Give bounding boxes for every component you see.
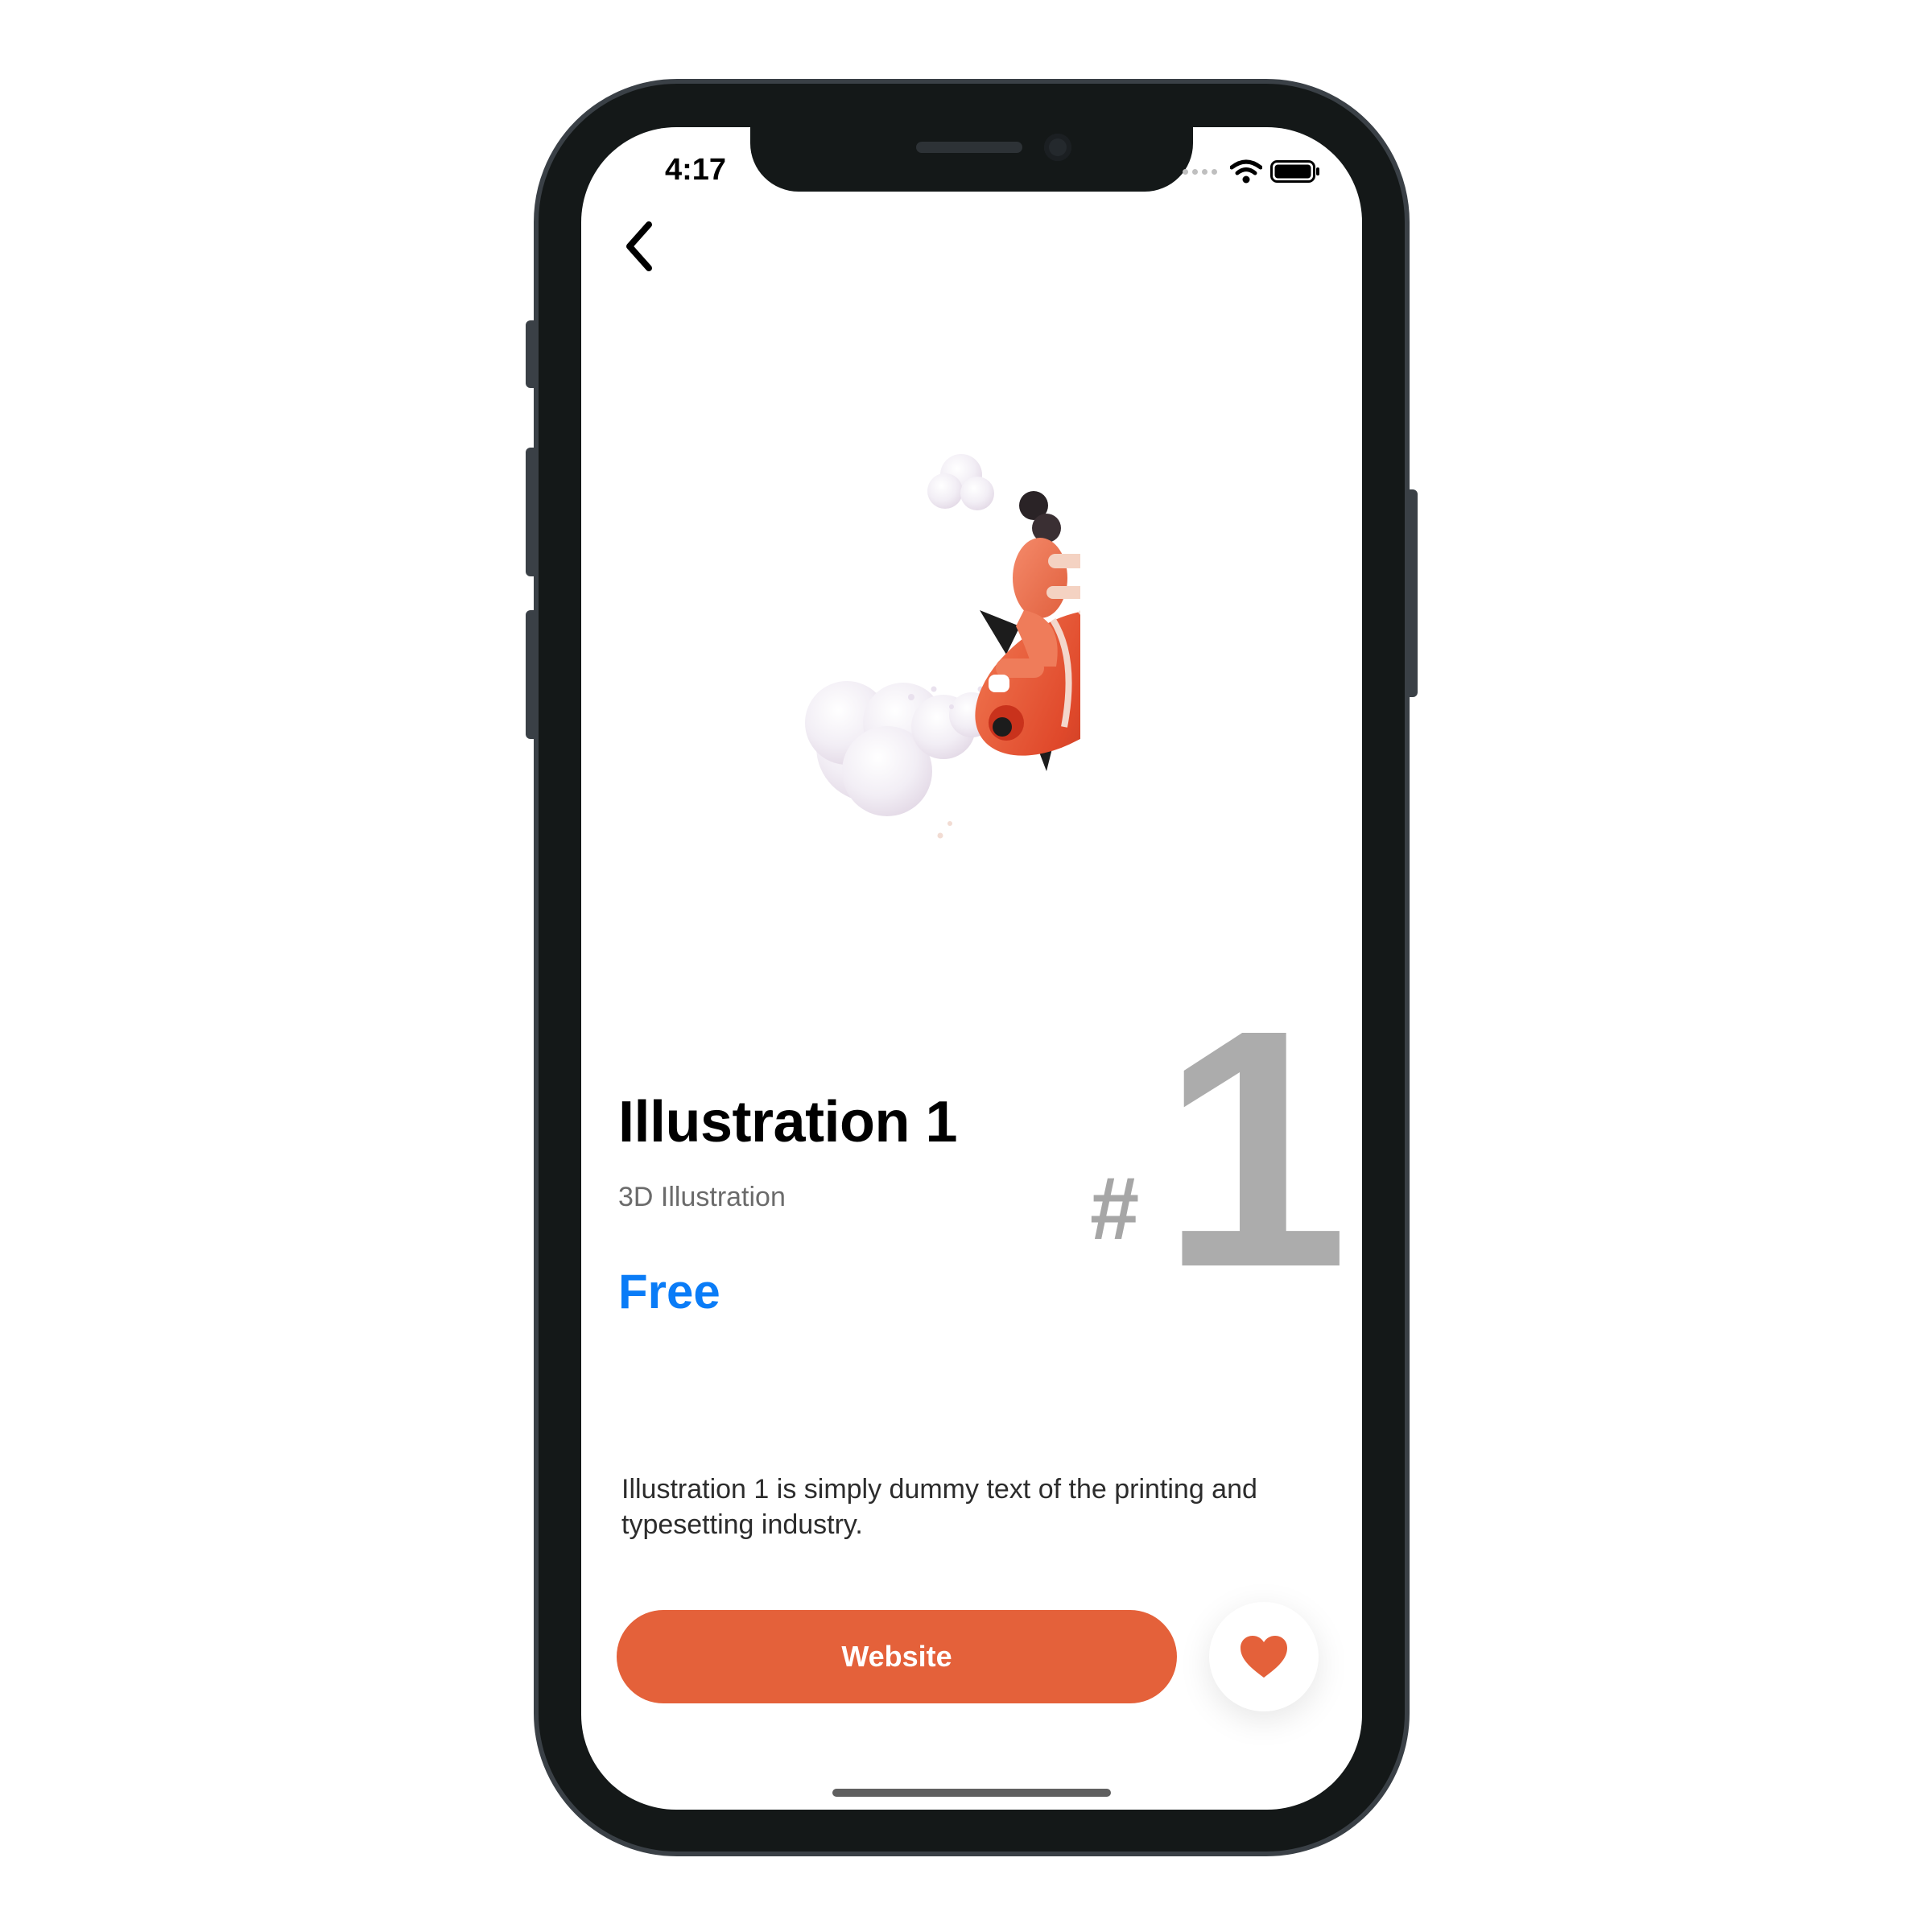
heart-icon (1241, 1636, 1287, 1678)
battery-icon (1270, 160, 1319, 183)
website-button[interactable]: Website (617, 1610, 1177, 1703)
notch (750, 127, 1193, 192)
mockup-stage: 4:17 Illustration 1 3D Illustration Free… (0, 0, 1932, 1932)
product-category: 3D Illustration (618, 1182, 786, 1212)
chevron-left-icon (626, 221, 652, 271)
wifi-icon (1230, 159, 1262, 184)
rocket (975, 609, 1080, 771)
signal-icon (1183, 168, 1217, 175)
volume-up-button (526, 448, 534, 576)
status-time: 4:17 (665, 153, 727, 187)
rocket-illustration (805, 454, 1080, 839)
power-button (1410, 489, 1418, 697)
volume-down-button (526, 610, 534, 739)
rank-hash: # (1090, 1159, 1140, 1258)
product-price: Free (618, 1265, 720, 1319)
exhaust-cloud (805, 681, 994, 839)
phone-screen: 4:17 Illustration 1 3D Illustration Free… (581, 127, 1362, 1810)
silent-switch (526, 320, 534, 388)
rank-number: 1 (1161, 960, 1349, 1338)
product-title: Illustration 1 (618, 1090, 958, 1154)
cloud-top (927, 454, 994, 510)
favorite-button[interactable] (1209, 1602, 1319, 1711)
home-indicator[interactable] (832, 1789, 1111, 1797)
status-icons (1183, 159, 1320, 184)
front-camera (1044, 134, 1071, 161)
product-description: Illustration 1 is simply dummy text of t… (621, 1474, 1257, 1540)
back-button[interactable] (613, 214, 665, 279)
earpiece-speaker (916, 142, 1022, 153)
